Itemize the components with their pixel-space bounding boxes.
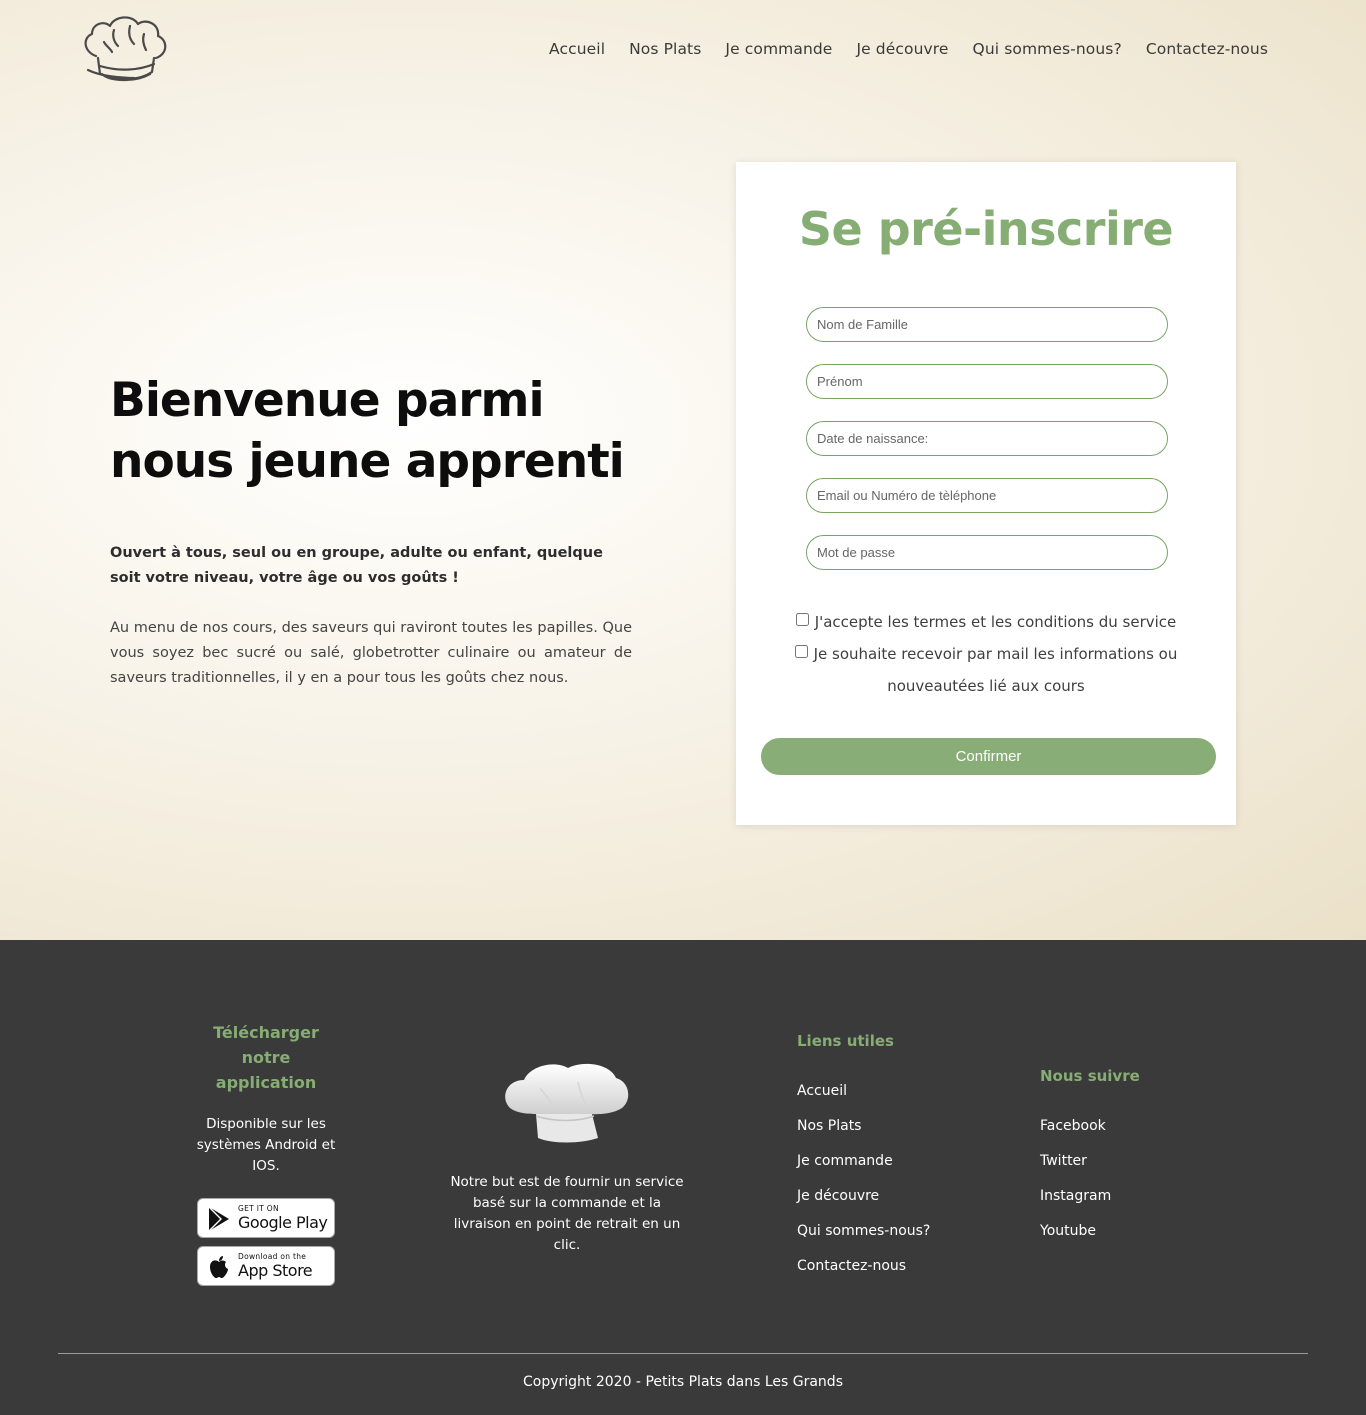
app-store-big-text: App Store (238, 1261, 313, 1280)
footer-link-je-decouvre[interactable]: Je découvre (797, 1188, 879, 1204)
list-item: Facebook (1040, 1115, 1111, 1150)
newsletter-checkbox[interactable] (794, 645, 808, 658)
nav-je-decouvre[interactable]: Je découvre (856, 40, 948, 58)
social-link-instagram[interactable]: Instagram (1040, 1188, 1111, 1204)
google-play-big-text: Google Play (238, 1213, 328, 1232)
footer-social-list: Facebook Twitter Instagram Youtube (1040, 1115, 1111, 1255)
pre-registration-form: Se pré-inscrire J'accepte les termes et … (736, 162, 1236, 825)
google-play-badge[interactable]: GET IT ON Google Play (197, 1198, 335, 1238)
footer-links-title: Liens utiles (797, 1032, 894, 1050)
newsletter-row: Je souhaite recevoir par mail les inform… (766, 638, 1206, 702)
footer-about: Notre but est de fournir un service basé… (450, 1174, 684, 1253)
hero-lead: Ouvert à tous, seul ou en groupe, adulte… (110, 545, 603, 586)
main-nav: Accueil Nos Plats Je commande Je découvr… (549, 40, 1268, 58)
terms-checkbox[interactable] (795, 613, 809, 626)
footer-link-nos-plats[interactable]: Nos Plats (797, 1118, 861, 1134)
first-name-field[interactable] (806, 364, 1168, 399)
list-item: Je découvre (797, 1185, 930, 1220)
newsletter-label-line1: Je souhaite recevoir par mail les inform… (813, 645, 1178, 663)
list-item: Nos Plats (797, 1115, 930, 1150)
list-item: Youtube (1040, 1220, 1111, 1255)
app-store-badge[interactable]: Download on the App Store (197, 1246, 335, 1286)
last-name-field[interactable] (806, 307, 1168, 342)
newsletter-label-line2: nouveautées lié aux cours (887, 677, 1085, 695)
footer-links-list: Accueil Nos Plats Je commande Je découvr… (797, 1080, 930, 1290)
list-item: Accueil (797, 1080, 930, 1115)
chef-hat-logo-icon[interactable] (80, 12, 172, 86)
list-item: Twitter (1040, 1150, 1111, 1185)
hero-title: Bienvenue parmi nous jeune apprenti (110, 373, 625, 489)
app-store-small-text: Download on the (238, 1252, 307, 1261)
google-play-small-text: GET IT ON (238, 1204, 279, 1213)
footer-social-title: Nous suivre (1040, 1067, 1140, 1085)
nav-je-commande[interactable]: Je commande (725, 40, 832, 58)
contact-field[interactable] (806, 478, 1168, 513)
footer-link-qui-sommes-nous[interactable]: Qui sommes-nous? (797, 1223, 930, 1239)
social-link-facebook[interactable]: Facebook (1040, 1118, 1106, 1134)
footer-app-text: Disponible sur les systèmes Android et I… (196, 1116, 336, 1174)
list-item: Qui sommes-nous? (797, 1220, 930, 1255)
footer-link-contactez-nous[interactable]: Contactez-nous (797, 1258, 906, 1274)
password-field[interactable] (806, 535, 1168, 570)
nav-qui-sommes-nous[interactable]: Qui sommes-nous? (973, 40, 1122, 58)
hero-section: Accueil Nos Plats Je commande Je découvr… (0, 0, 1366, 940)
apple-icon (210, 1256, 228, 1278)
footer-link-je-commande[interactable]: Je commande (797, 1153, 893, 1169)
list-item: Instagram (1040, 1185, 1111, 1220)
birth-date-field[interactable] (806, 421, 1168, 456)
footer-link-accueil[interactable]: Accueil (797, 1083, 847, 1099)
form-title: Se pré-inscrire (798, 202, 1174, 256)
social-link-twitter[interactable]: Twitter (1040, 1153, 1087, 1169)
hero-body: Au menu de nos cours, des saveurs qui ra… (110, 620, 632, 686)
terms-row: J'accepte les termes et les conditions d… (766, 606, 1206, 638)
footer: Télécharger notre application Disponible… (0, 940, 1366, 1415)
nav-nos-plats[interactable]: Nos Plats (629, 40, 701, 58)
nav-accueil[interactable]: Accueil (549, 40, 605, 58)
list-item: Je commande (797, 1150, 930, 1185)
confirm-button[interactable]: Confirmer (761, 738, 1216, 775)
terms-label: J'accepte les termes et les conditions d… (814, 613, 1177, 631)
list-item: Contactez-nous (797, 1255, 930, 1290)
nav-contactez-nous[interactable]: Contactez-nous (1146, 40, 1268, 58)
footer-divider (58, 1353, 1308, 1354)
copyright: Copyright 2020 - Petits Plats dans Les G… (523, 1374, 843, 1390)
chef-hat-icon (505, 1063, 629, 1143)
footer-app-title: Télécharger notre application (213, 1023, 319, 1092)
google-play-icon (208, 1206, 229, 1232)
social-link-youtube[interactable]: Youtube (1040, 1223, 1096, 1239)
